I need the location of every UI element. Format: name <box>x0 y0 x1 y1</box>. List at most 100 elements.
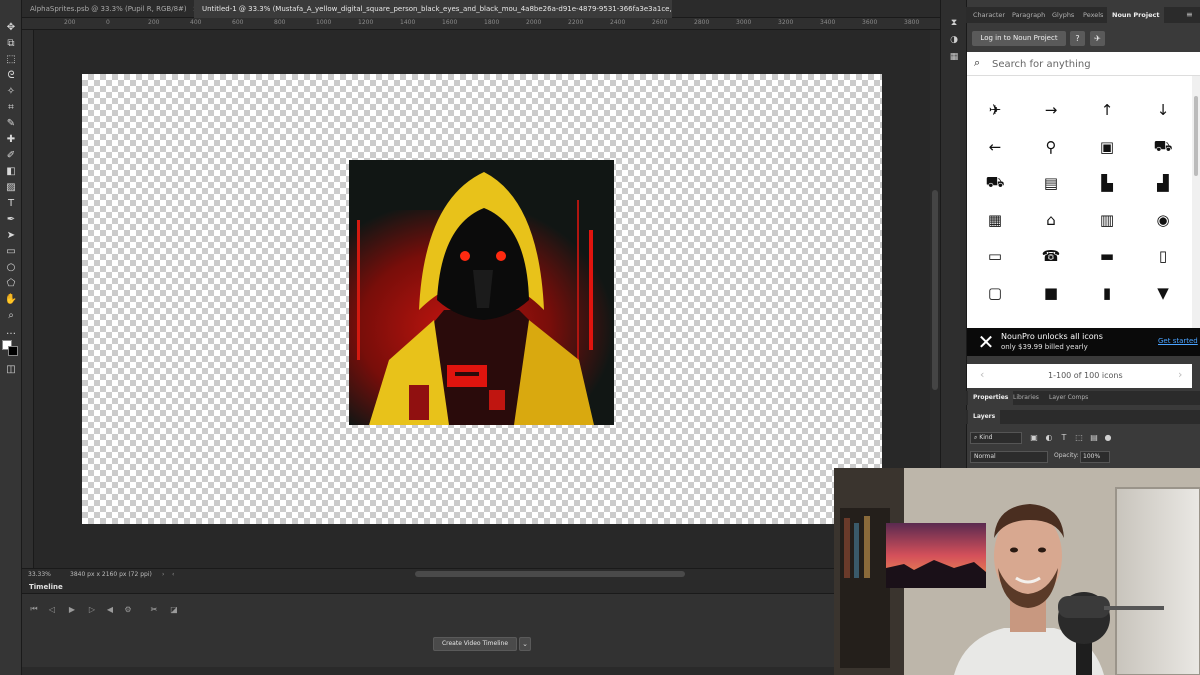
tab-libraries[interactable]: Libraries <box>1008 391 1044 405</box>
mobile-icon[interactable]: ▯ <box>1151 244 1175 268</box>
settings-gear-icon[interactable]: ⚙ <box>122 603 134 615</box>
image-filter-icon[interactable]: ▣ <box>1028 432 1040 444</box>
tab-paragraph[interactable]: Paragraph <box>1007 7 1050 23</box>
healing-brush-icon[interactable]: ✚ <box>3 132 19 146</box>
search-input[interactable] <box>992 54 1192 74</box>
crop-tool-icon[interactable]: ⌗ <box>3 100 19 114</box>
background-color-swatch[interactable] <box>8 346 18 356</box>
arrow-right-icon[interactable]: → <box>1039 98 1063 122</box>
rectangle-tool-icon[interactable]: ▭ <box>3 244 19 258</box>
horizontal-scroll-thumb[interactable] <box>415 571 685 577</box>
tab-untitled-1[interactable]: Untitled-1 @ 33.3% (Mustafa_A_yellow_dig… <box>194 0 672 18</box>
play-icon[interactable]: ▶ <box>66 603 78 615</box>
tab-noun-project[interactable]: Noun Project <box>1107 7 1165 23</box>
transition-icon[interactable]: ◪ <box>168 603 180 615</box>
smart-object-filter-icon[interactable]: ▤ <box>1088 432 1100 444</box>
bottle-icon[interactable]: ▮ <box>1095 281 1119 305</box>
next-frame-icon[interactable]: ▷ <box>86 603 98 615</box>
chevron-right-icon[interactable]: › <box>1178 368 1182 381</box>
scissors-icon[interactable]: ✂ <box>148 603 160 615</box>
type-tool-icon[interactable]: T <box>3 196 19 210</box>
chevron-left-icon[interactable]: ‹ <box>172 571 174 578</box>
factory-icon[interactable]: ▟ <box>1151 171 1175 195</box>
icon-grid-scrollbar[interactable] <box>1192 76 1200 328</box>
tab-glyphs[interactable]: Glyphs <box>1047 7 1079 23</box>
adjustments-icon[interactable]: ◑ <box>947 33 961 47</box>
truck-icon[interactable]: ⛟ <box>983 171 1007 195</box>
chevron-left-icon[interactable]: ‹ <box>980 368 984 381</box>
quick-mask-icon[interactable]: ◫ <box>3 362 19 376</box>
opacity-input[interactable]: 100% <box>1080 451 1110 463</box>
eraser-icon[interactable]: ◧ <box>3 164 19 178</box>
cup-icon[interactable]: ▼ <box>1151 281 1175 305</box>
phone-dial-icon[interactable]: ☎ <box>1039 244 1063 268</box>
ruler-label: 3200 <box>778 19 794 26</box>
help-icon[interactable]: ? <box>1070 31 1085 46</box>
chevron-down-icon[interactable]: ⌄ <box>519 637 531 651</box>
panel-menu-icon[interactable]: ≡ <box>1186 10 1193 19</box>
kind-label: Kind <box>979 434 993 441</box>
filter-toggle-icon[interactable]: ● <box>1102 432 1114 444</box>
train-icon[interactable]: ▤ <box>1039 171 1063 195</box>
artboard-tool-icon[interactable]: ⧉ <box>3 36 19 50</box>
bus-icon[interactable]: ▣ <box>1095 135 1119 159</box>
move-tool-icon[interactable]: ✥ <box>3 20 19 34</box>
city-icon[interactable]: ▙ <box>1095 171 1119 195</box>
tab-layers[interactable]: Layers <box>968 410 1001 424</box>
shape-filter-icon[interactable]: ⬚ <box>1073 432 1085 444</box>
scroll-thumb[interactable] <box>1194 96 1198 176</box>
laptop-icon[interactable]: ▬ <box>1095 244 1119 268</box>
hand-tool-icon[interactable]: ✋ <box>3 292 19 306</box>
type-filter-icon[interactable]: T <box>1058 432 1070 444</box>
audio-icon[interactable]: ◀ <box>104 603 116 615</box>
tab-character[interactable]: Character <box>968 7 1010 23</box>
brush-tool-icon[interactable]: ✐ <box>3 148 19 162</box>
zoom-tool-icon[interactable]: ⌕ <box>3 308 19 322</box>
blend-mode-select[interactable]: Normal <box>970 451 1048 463</box>
magic-wand-icon[interactable]: ✧ <box>3 84 19 98</box>
tab-pexels[interactable]: Pexels <box>1078 7 1108 23</box>
tab-properties[interactable]: Properties <box>968 391 1014 405</box>
lasso-tool-icon[interactable]: ᘓ <box>3 68 19 82</box>
tab-alphasprites[interactable]: AlphaSprites.psb @ 33.3% (Pupil R, RGB/8… <box>22 0 194 18</box>
prev-frame-icon[interactable]: ◁ <box>46 603 58 615</box>
announcement-icon[interactable]: ✈ <box>1090 31 1105 46</box>
eyedropper-icon[interactable]: ✎ <box>3 116 19 130</box>
login-button[interactable]: Log in to Noun Project <box>972 31 1066 46</box>
create-video-timeline-button[interactable]: Create Video Timeline <box>433 637 517 651</box>
tv-icon[interactable]: ▢ <box>983 281 1007 305</box>
shape-tool-icon[interactable]: ⬠ <box>3 276 19 290</box>
get-started-link[interactable]: Get started <box>1158 337 1198 345</box>
arrow-left-icon[interactable]: ← <box>983 135 1007 159</box>
history-icon[interactable]: ⧗ <box>947 16 961 30</box>
video-camera-icon[interactable]: ■ <box>1039 281 1063 305</box>
timeline-title[interactable]: Timeline <box>29 583 63 591</box>
chevron-right-icon[interactable]: › <box>162 571 164 578</box>
camera-icon[interactable]: ◉ <box>1151 208 1175 232</box>
tab-layer-comps[interactable]: Layer Comps <box>1044 391 1093 405</box>
arrow-down-icon[interactable]: ↓ <box>1151 98 1175 122</box>
first-frame-icon[interactable]: ⏮ <box>28 603 40 615</box>
car-icon[interactable]: ⛟ <box>1151 135 1175 159</box>
panel-tabs: Character Paragraph Glyphs Pexels Noun P… <box>966 7 1200 23</box>
monitor-icon[interactable]: ▭ <box>983 244 1007 268</box>
bicycle-icon[interactable]: ⚲ <box>1039 135 1063 159</box>
building-icon[interactable]: ▥ <box>1095 208 1119 232</box>
more-tools-icon[interactable]: … <box>3 324 19 338</box>
ruler-label: 200 <box>64 19 76 26</box>
marquee-tool-icon[interactable]: ⬚ <box>3 52 19 66</box>
zoom-level[interactable]: 33.33% <box>28 571 51 578</box>
house-icon[interactable]: ⌂ <box>1039 208 1063 232</box>
adjustment-filter-icon[interactable]: ◐ <box>1043 432 1055 444</box>
path-select-icon[interactable]: ➤ <box>3 228 19 242</box>
pen-tool-icon[interactable]: ✒ <box>3 212 19 226</box>
store-icon[interactable]: ▦ <box>983 208 1007 232</box>
scroll-thumb[interactable] <box>932 190 938 390</box>
arrow-up-icon[interactable]: ↑ <box>1095 98 1119 122</box>
ellipse-tool-icon[interactable]: ○ <box>3 260 19 274</box>
airplane-icon[interactable]: ✈ <box>983 98 1007 122</box>
grid-panel-icon[interactable]: ▦ <box>947 50 961 64</box>
layer-kind-filter[interactable]: ⌕ Kind <box>970 432 1022 444</box>
gradient-tool-icon[interactable]: ▨ <box>3 180 19 194</box>
hooded-figure-artwork[interactable] <box>349 160 614 425</box>
